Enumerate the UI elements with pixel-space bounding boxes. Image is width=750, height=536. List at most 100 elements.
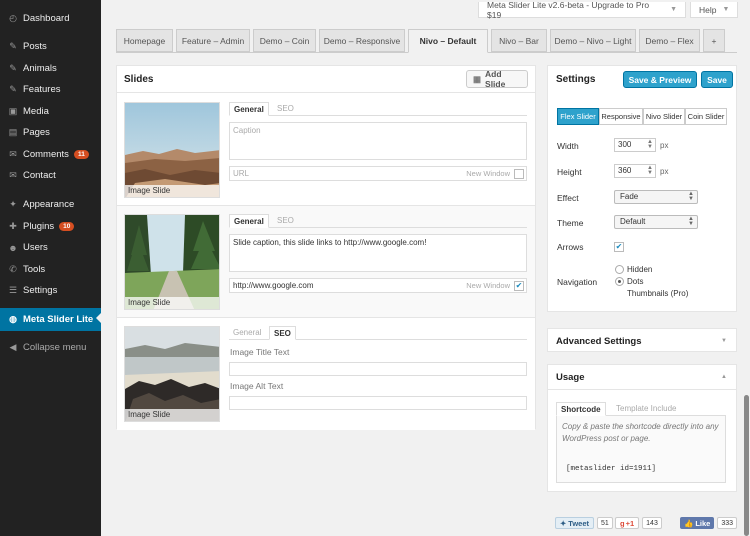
tweet-share[interactable]: ✦ Tweet 51 <box>555 516 613 530</box>
chevron-down-icon[interactable]: ▼ <box>721 338 727 344</box>
sidebar-item-appearance[interactable]: ✦ Appearance <box>0 194 101 215</box>
image-title-input[interactable] <box>229 362 527 376</box>
save-button[interactable]: Save <box>701 71 733 88</box>
sidebar-item-settings[interactable]: ☰ Settings <box>0 280 101 301</box>
navigation-hidden-radio[interactable] <box>615 265 624 274</box>
help-dropdown[interactable]: Help ▼ <box>690 2 738 18</box>
tab-seo[interactable]: SEO <box>273 102 298 116</box>
gplus-share[interactable]: g +1 143 <box>615 516 662 530</box>
tab-feature-admin[interactable]: Feature – Admin <box>176 29 250 52</box>
tab-demo-coin[interactable]: Demo – Coin <box>253 29 316 52</box>
slide-thumbnail[interactable]: Image Slide <box>124 214 220 310</box>
usage-content: Copy & paste the shortcode directly into… <box>556 416 726 483</box>
tab-general[interactable]: General <box>229 326 265 340</box>
thumbs-up-icon: 👍 <box>684 518 694 528</box>
sidebar-item-users[interactable]: ☻ Users <box>0 237 101 258</box>
sidebar-item-dashboard[interactable]: ◴ Dashboard <box>0 8 101 29</box>
navigation-hidden-label: Hidden <box>627 265 653 274</box>
url-field[interactable]: URL New Window <box>229 166 527 181</box>
gplus-count: 143 <box>642 517 662 529</box>
url-value: http://www.google.com <box>233 281 314 290</box>
add-slider-tab[interactable]: + <box>703 29 725 52</box>
slide-type-label: Image Slide <box>125 409 219 421</box>
sidebar-item-contact[interactable]: ✉ Contact <box>0 165 101 186</box>
sidebar-item-tools[interactable]: ✆ Tools <box>0 259 101 280</box>
url-field[interactable]: http://www.google.com New Window ✔ <box>229 278 527 293</box>
slides-panel-header: Slides ▦ Add Slide <box>117 66 535 93</box>
chevron-up-icon[interactable]: ▲ <box>721 374 727 380</box>
sidebar-item-label: Features <box>23 84 61 95</box>
sidebar-item-label: Appearance <box>23 199 75 210</box>
slider-type-coin[interactable]: Coin Slider <box>685 108 727 125</box>
select-arrows-icon: ▲ ▼ <box>688 191 694 202</box>
theme-select[interactable]: Default ▲ ▼ <box>614 215 698 229</box>
tab-nivo-bar[interactable]: Nivo – Bar <box>491 29 547 52</box>
shortcode-text[interactable]: [metaslider id=1911] <box>566 465 656 473</box>
slider-type-flex[interactable]: Flex Slider <box>557 108 599 125</box>
add-slide-label: Add Slide <box>485 69 506 89</box>
facebook-like-share[interactable]: 👍 Like 333 <box>680 516 738 530</box>
sidebar-item-label: Meta Slider Lite <box>23 314 94 325</box>
like-button[interactable]: 👍 Like <box>680 517 715 529</box>
new-window-checkbox[interactable]: ✔ <box>514 281 524 291</box>
theme-value: Default <box>620 217 646 226</box>
tab-general[interactable]: General <box>229 102 269 116</box>
tab-seo[interactable]: SEO <box>269 326 296 340</box>
effect-select[interactable]: Fade ▲ ▼ <box>614 190 698 204</box>
slide-thumbnail[interactable]: Image Slide <box>124 102 220 198</box>
usage-tabs: Shortcode Template Include <box>556 402 726 416</box>
gplus-button[interactable]: g +1 <box>615 517 640 529</box>
new-window-checkbox[interactable] <box>514 169 524 179</box>
image-alt-label: Image Alt Text <box>230 381 284 391</box>
caption-textarea[interactable]: Slide caption, this slide links to http:… <box>229 234 527 272</box>
tab-nivo-default[interactable]: Nivo – Default <box>408 29 488 53</box>
sidebar-item-animals[interactable]: ✎ Animals <box>0 58 101 79</box>
tab-demo-flex[interactable]: Demo – Flex <box>639 29 700 52</box>
collapse-menu-button[interactable]: ◀ Collapse menu <box>0 337 101 358</box>
sidebar-item-label: Animals <box>23 63 57 74</box>
slider-type-nivo[interactable]: Nivo Slider <box>643 108 685 125</box>
sidebar-item-posts[interactable]: ✎ Posts <box>0 36 101 57</box>
active-indicator <box>96 313 101 323</box>
height-input[interactable]: 360 ▲ ▼ <box>614 164 656 178</box>
new-window-label: New Window <box>466 281 510 290</box>
tab-template-include[interactable]: Template Include <box>612 402 680 416</box>
sidebar-item-features[interactable]: ✎ Features <box>0 79 101 100</box>
upgrade-dropdown[interactable]: Meta Slider Lite v2.6-beta - Upgrade to … <box>478 0 686 20</box>
advanced-settings-panel[interactable]: Advanced Settings ▼ <box>547 328 737 352</box>
image-title-label: Image Title Text <box>230 347 290 357</box>
width-input[interactable]: 300 ▲ ▼ <box>614 138 656 152</box>
collapse-icon: ◀ <box>9 342 17 352</box>
sidebar-item-comments[interactable]: ✉ Comments 11 <box>0 144 101 165</box>
tab-shortcode[interactable]: Shortcode <box>556 402 606 416</box>
tab-demo-responsive[interactable]: Demo – Responsive <box>319 29 405 52</box>
gplus-label: +1 <box>625 518 635 528</box>
slider-type-responsive[interactable]: Responsive <box>599 108 643 125</box>
sidebar-item-media[interactable]: ▣ Media <box>0 101 101 122</box>
spinner-icon[interactable]: ▲ ▼ <box>647 165 653 176</box>
slide-tabs: General SEO <box>229 214 527 228</box>
tab-homepage[interactable]: Homepage <box>116 29 173 52</box>
navigation-dots-radio[interactable] <box>615 277 624 286</box>
tab-general[interactable]: General <box>229 214 269 228</box>
users-icon: ☻ <box>8 242 18 253</box>
add-slide-button[interactable]: ▦ Add Slide <box>466 69 528 89</box>
tweet-button[interactable]: ✦ Tweet <box>555 517 594 529</box>
sidebar-item-meta-slider-lite[interactable]: ◍ Meta Slider Lite <box>0 308 101 331</box>
arrows-checkbox[interactable]: ✔ <box>614 242 624 252</box>
tab-seo[interactable]: SEO <box>273 214 298 228</box>
sidebar-item-pages[interactable]: ▤ Pages <box>0 122 101 143</box>
save-preview-button[interactable]: Save & Preview <box>623 71 697 88</box>
spinner-icon[interactable]: ▲ ▼ <box>647 139 653 150</box>
height-value: 360 <box>618 166 632 175</box>
contact-icon: ✉ <box>9 170 17 180</box>
sidebar-item-plugins[interactable]: ✚ Plugins 10 <box>0 216 101 237</box>
image-alt-input[interactable] <box>229 396 527 410</box>
slide-thumbnail[interactable]: Image Slide <box>124 326 220 422</box>
settings-panel: Settings Save & Preview Save Flex Slider… <box>547 65 737 312</box>
tab-demo-nivo-light[interactable]: Demo – Nivo – Light <box>550 29 636 52</box>
sidebar-item-label: Media <box>23 106 49 117</box>
like-label: Like <box>695 518 711 528</box>
page-scrollbar[interactable] <box>744 395 749 536</box>
caption-textarea[interactable]: Caption <box>229 122 527 160</box>
